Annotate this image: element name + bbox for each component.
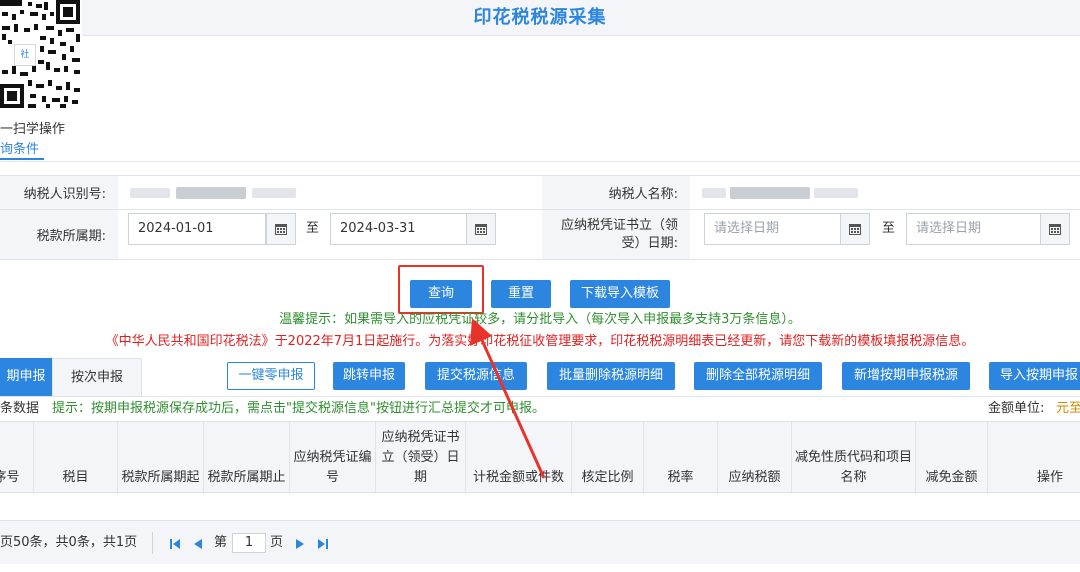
delete-all-button[interactable]: 删除全部税源明细 <box>694 362 822 390</box>
taxpayer-id-value <box>118 176 542 209</box>
redacted-text <box>730 187 810 199</box>
col-tax-rate: 税率 <box>644 422 718 494</box>
pagination-summary: 页50条，共0条，共1页 <box>0 535 138 550</box>
table-header: 序号 税目 税款所属期起 税款所属期止 应纳税凭证编号 应纳税凭证书立（领受）日… <box>0 421 1080 494</box>
highlight-box <box>398 265 484 314</box>
amount-unit-value: 元至 <box>1056 401 1080 416</box>
submit-tax-source-button[interactable]: 提交税源信息 <box>425 362 527 390</box>
period-start-input[interactable]: 2024-01-01 <box>128 213 266 245</box>
col-period-start: 税款所属期起 <box>118 422 204 494</box>
last-page-icon[interactable] <box>318 521 328 565</box>
period-end-input[interactable]: 2024-03-31 <box>330 213 468 245</box>
pagination-bar: 页50条，共0条，共1页 第 1 页 <box>0 520 1080 564</box>
next-page-icon[interactable] <box>296 521 304 565</box>
col-actions: 操作 <box>1036 470 1063 485</box>
tip-stamp-tax-law: 《中华人民共和国印花税法》于2022年7月1日起施行。为落实好印花税征收管理要求… <box>105 334 975 349</box>
taxpayer-name-value <box>690 176 1080 209</box>
redacted-text <box>814 188 858 198</box>
qr-logo: 社 <box>14 44 36 66</box>
calendar-icon[interactable] <box>466 213 496 245</box>
redacted-text <box>702 188 726 198</box>
divider <box>152 532 153 554</box>
taxpayer-name-label: 纳税人名称: <box>542 176 690 209</box>
col-reduction-code: 减免性质代码和项目名称 <box>792 422 916 494</box>
calendar-icon[interactable] <box>1040 213 1070 245</box>
header-bar: 印花税税源采集 <box>0 0 1080 36</box>
add-periodic-source-button[interactable]: 新增按期申报税源 <box>842 362 970 390</box>
col-voucher-date: 应纳税凭证书立（领受）日期 <box>376 422 466 494</box>
range-separator: 至 <box>882 221 896 236</box>
redacted-text <box>130 188 170 198</box>
tabs-divider <box>0 396 1080 397</box>
col-taxable-amount: 计税金额或件数 <box>466 422 572 494</box>
tax-period-label: 税款所属期: <box>0 210 118 259</box>
voucher-start-input[interactable]: 请选择日期 <box>704 213 842 245</box>
redacted-text <box>176 187 246 199</box>
col-index: 序号 <box>0 422 34 494</box>
record-count-label: 条数据 <box>0 401 40 416</box>
form-row-taxpayer: 纳税人识别号: 纳税人名称: <box>0 176 1080 210</box>
download-template-button[interactable]: 下载导入模板 <box>570 280 670 308</box>
tab-underline <box>0 158 44 160</box>
range-separator: 至 <box>306 221 320 236</box>
query-form: 纳税人识别号: 纳税人名称: 税款所属期: 应纳税凭证书立（领受）日期: <box>0 175 1080 260</box>
col-tax-item: 税目 <box>34 422 118 494</box>
page-number-input[interactable]: 1 <box>232 533 266 553</box>
table-note: 条数据 提示：按期申报税源保存成功后，需点击"提交税源信息"按钮进行汇总提交才可… <box>0 398 1080 420</box>
taxpayer-id-label: 纳税人识别号: <box>0 176 118 209</box>
qr-code-image <box>0 0 82 112</box>
page-title: 印花税税源采集 <box>473 7 607 28</box>
col-reduction-amount: 减免金额 <box>916 422 988 494</box>
import-periodic-button[interactable]: 导入按期申报 <box>989 362 1080 390</box>
redacted-text <box>252 188 296 198</box>
col-period-end: 税款所属期止 <box>204 422 290 494</box>
page-prefix: 第 <box>214 535 228 550</box>
prev-page-icon[interactable] <box>194 521 202 565</box>
first-page-icon[interactable] <box>170 521 180 565</box>
amount-unit-label: 金额单位: <box>988 401 1045 416</box>
col-voucher-number: 应纳税凭证编号 <box>290 422 376 494</box>
col-assessed-ratio: 核定比例 <box>572 422 644 494</box>
page: 印花税税源采集 社 一扫学操作 询条件 纳税人识别号: 纳税人名称: 税款所属期… <box>0 0 1080 572</box>
tab-query-conditions[interactable]: 询条件 <box>0 138 39 157</box>
submit-hint: 提示：按期申报税源保存成功后，需点击"提交税源信息"按钮进行汇总提交才可申报。 <box>52 401 545 416</box>
scan-instruction: 一扫学操作 <box>0 122 66 137</box>
divider <box>0 161 1080 162</box>
tab-periodic-declaration[interactable]: 期申报 <box>0 358 52 396</box>
reset-button[interactable]: 重置 <box>491 280 551 308</box>
zero-declaration-button[interactable]: 一键零申报 <box>227 362 315 390</box>
voucher-date-label: 应纳税凭证书立（领受）日期: <box>542 210 690 259</box>
calendar-icon[interactable] <box>840 213 870 245</box>
col-tax-payable: 应纳税额 <box>718 422 792 494</box>
batch-delete-button[interactable]: 批量删除税源明细 <box>547 362 675 390</box>
voucher-end-input[interactable]: 请选择日期 <box>906 213 1042 245</box>
tip-import-limit: 温馨提示：如果需导入的应税凭证较多，请分批导入（每次导入申报最多支持3万条信息）… <box>279 312 801 327</box>
page-suffix: 页 <box>270 535 284 550</box>
tab-per-time-declaration[interactable]: 按次申报 <box>52 358 142 396</box>
qr-code: 社 <box>0 0 82 112</box>
jump-declaration-button[interactable]: 跳转申报 <box>333 362 405 390</box>
calendar-icon[interactable] <box>266 213 296 245</box>
